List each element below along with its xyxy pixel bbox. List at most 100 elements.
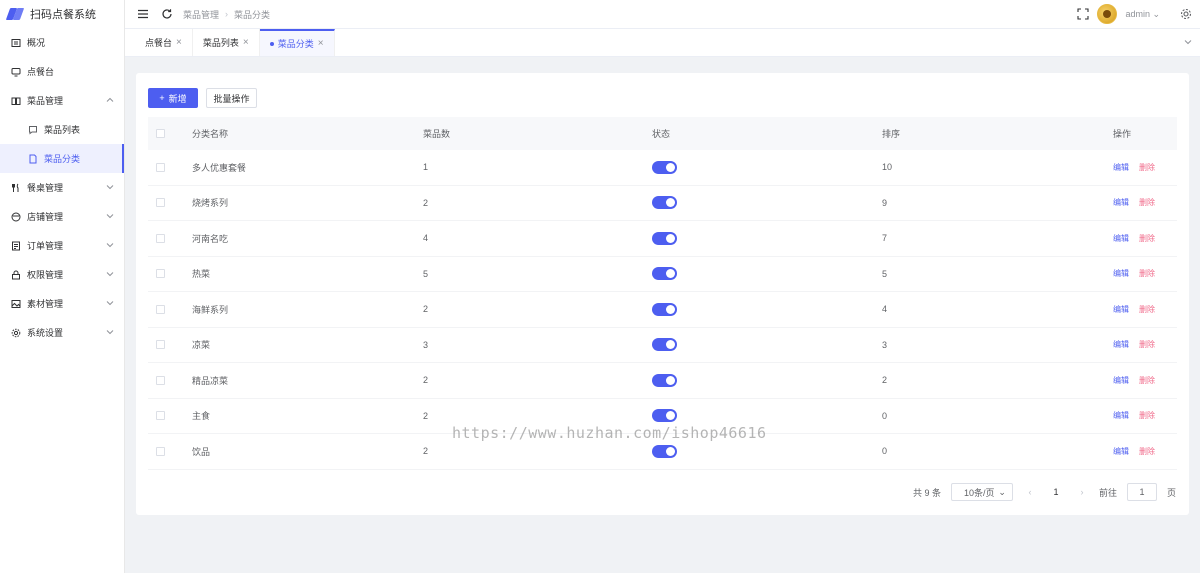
- delete-link[interactable]: 删除: [1139, 339, 1155, 350]
- edit-link[interactable]: 编辑: [1113, 375, 1129, 386]
- gear-icon[interactable]: [1180, 8, 1192, 20]
- row-checkbox[interactable]: [156, 375, 165, 385]
- sort-value: 4: [882, 304, 888, 315]
- tab-0[interactable]: 点餐台 ×: [135, 29, 193, 56]
- sidebar-item-label: 概况: [27, 38, 46, 48]
- sidebar-item-10[interactable]: 系统设置: [0, 318, 124, 347]
- row-checkbox[interactable]: [156, 269, 165, 279]
- category-name: 海鲜系列: [192, 304, 229, 315]
- next-page-button[interactable]: ›: [1075, 483, 1089, 501]
- close-icon[interactable]: ×: [176, 37, 182, 48]
- active-dot: [269, 41, 274, 46]
- delete-link[interactable]: 删除: [1139, 304, 1155, 315]
- breadcrumb-item[interactable]: 菜品管理: [183, 8, 219, 21]
- edit-link[interactable]: 编辑: [1113, 268, 1129, 279]
- row-checkbox[interactable]: [156, 162, 165, 172]
- row-checkbox[interactable]: [156, 233, 165, 243]
- sidebar-item-4[interactable]: 菜品分类: [0, 144, 124, 173]
- goto-page-input[interactable]: 1: [1126, 483, 1157, 501]
- status-toggle[interactable]: [652, 409, 677, 423]
- page-size-value: 10条/页: [963, 487, 995, 498]
- close-icon[interactable]: ×: [318, 38, 324, 49]
- column-header-count: 菜品数: [423, 129, 451, 139]
- sidebar-item-label: 素材管理: [27, 299, 64, 309]
- sidebar-item-label: 订单管理: [27, 241, 64, 251]
- sidebar-item-0[interactable]: 概况: [0, 28, 124, 57]
- page-suffix: 页: [1166, 487, 1176, 498]
- category-name: 主食: [192, 411, 211, 422]
- sidebar-item-2[interactable]: 菜品管理: [0, 86, 124, 115]
- table-row: 凉菜 3 3 编辑 删除: [148, 328, 1177, 363]
- prev-page-button[interactable]: ‹: [1023, 483, 1037, 501]
- category-name: 热菜: [192, 269, 211, 280]
- sidebar: 扫码点餐系统 概况点餐台 菜品管理 菜品列表 菜品分类 餐桌管理 店铺管理订单管理权限管理…: [0, 0, 125, 573]
- row-checkbox[interactable]: [156, 198, 165, 208]
- select-all-checkbox[interactable]: [156, 129, 165, 138]
- sort-value: 10: [882, 162, 893, 173]
- column-header-sort: 排序: [882, 129, 901, 139]
- edit-link[interactable]: 编辑: [1113, 446, 1129, 457]
- delete-link[interactable]: 删除: [1139, 233, 1155, 244]
- table-header: 分类名称 菜品数 状态 排序 操作: [148, 117, 1177, 150]
- page-size-select[interactable]: 10条/页 ⌄: [950, 483, 1013, 501]
- menu-toggle-icon[interactable]: [137, 8, 149, 20]
- goto-label: 前往: [1098, 487, 1117, 498]
- row-checkbox[interactable]: [156, 340, 165, 350]
- document-icon: [28, 154, 38, 164]
- add-button-label: 新增: [168, 93, 187, 104]
- row-checkbox[interactable]: [156, 446, 165, 456]
- image-icon: [11, 299, 21, 309]
- row-checkbox[interactable]: [156, 411, 165, 421]
- tab-1[interactable]: 菜品列表 ×: [193, 29, 260, 56]
- delete-link[interactable]: 删除: [1139, 268, 1155, 279]
- refresh-icon[interactable]: [161, 8, 173, 20]
- column-header-name: 分类名称: [192, 129, 229, 139]
- tab-2[interactable]: 菜品分类 ×: [259, 29, 335, 56]
- sidebar-item-1[interactable]: 点餐台: [0, 57, 124, 86]
- status-toggle[interactable]: [652, 196, 677, 210]
- username: admin: [1125, 8, 1150, 19]
- status-toggle[interactable]: [652, 231, 677, 245]
- status-toggle[interactable]: [652, 160, 677, 174]
- delete-link[interactable]: 删除: [1139, 162, 1155, 173]
- category-name: 多人优惠套餐: [192, 162, 247, 173]
- top-header: 菜品管理 › 菜品分类 admin ⌄: [125, 0, 1200, 28]
- status-toggle[interactable]: [652, 373, 677, 387]
- edit-link[interactable]: 编辑: [1113, 339, 1129, 350]
- sidebar-item-7[interactable]: 订单管理: [0, 231, 124, 260]
- row-checkbox[interactable]: [156, 304, 165, 314]
- add-button[interactable]: + 新增: [148, 88, 198, 108]
- chevron-down-icon: [106, 301, 114, 306]
- status-toggle[interactable]: [652, 444, 677, 458]
- sidebar-item-8[interactable]: 权限管理: [0, 260, 124, 289]
- edit-link[interactable]: 编辑: [1113, 197, 1129, 208]
- status-toggle[interactable]: [652, 302, 677, 316]
- dish-count: 2: [423, 410, 429, 421]
- edit-link[interactable]: 编辑: [1113, 162, 1129, 173]
- delete-link[interactable]: 删除: [1139, 197, 1155, 208]
- sidebar-item-9[interactable]: 素材管理: [0, 289, 124, 318]
- close-icon[interactable]: ×: [243, 37, 249, 48]
- sidebar-item-6[interactable]: 店铺管理: [0, 202, 124, 231]
- page-number[interactable]: 1: [1047, 487, 1065, 497]
- app-logo[interactable]: 扫码点餐系统: [0, 0, 124, 28]
- batch-operation-button[interactable]: 批量操作: [206, 88, 257, 108]
- edit-link[interactable]: 编辑: [1113, 233, 1129, 244]
- chevron-down-icon[interactable]: [1184, 38, 1192, 46]
- status-toggle[interactable]: [652, 267, 677, 281]
- app-title: 扫码点餐系统: [30, 9, 96, 21]
- category-name: 精品凉菜: [192, 375, 229, 386]
- edit-link[interactable]: 编辑: [1113, 304, 1129, 315]
- sidebar-item-5[interactable]: 餐桌管理: [0, 173, 124, 202]
- delete-link[interactable]: 删除: [1139, 446, 1155, 457]
- table-row: 精品凉菜 2 2 编辑 删除: [148, 363, 1177, 399]
- user-menu[interactable]: admin ⌄: [1125, 9, 1160, 20]
- sort-value: 0: [882, 410, 888, 421]
- avatar[interactable]: [1097, 4, 1118, 24]
- sidebar-item-3[interactable]: 菜品列表: [0, 115, 124, 144]
- delete-link[interactable]: 删除: [1139, 410, 1155, 421]
- delete-link[interactable]: 删除: [1139, 375, 1155, 386]
- status-toggle[interactable]: [652, 338, 677, 352]
- edit-link[interactable]: 编辑: [1113, 410, 1129, 421]
- fullscreen-icon[interactable]: [1077, 8, 1089, 20]
